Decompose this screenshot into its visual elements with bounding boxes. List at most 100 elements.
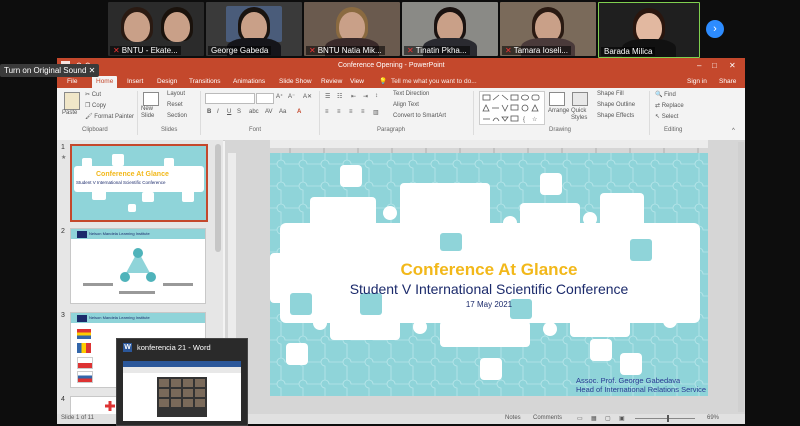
main-slide-canvas[interactable]: Conference At Glance Student V Internati… (270, 153, 708, 396)
increase-indent-icon[interactable]: ⇥ (363, 93, 368, 100)
word-preview-thumbnail[interactable] (123, 361, 241, 421)
decrease-indent-icon[interactable]: ⇤ (351, 93, 356, 100)
sign-in-link[interactable]: Sign in (687, 76, 707, 88)
align-center-icon[interactable]: ≡ (337, 109, 341, 115)
thumb-header-text: Nelson Mandela Learning Institute (89, 315, 150, 320)
ruler-ticks (289, 148, 699, 153)
paste-icon[interactable] (64, 92, 80, 110)
shapes-gallery[interactable]: {☆ (479, 91, 545, 125)
thumb-diagram (83, 248, 193, 294)
collapse-ribbon-icon[interactable]: ^ (732, 128, 735, 134)
text-direction-button[interactable]: Text Direction (393, 91, 429, 97)
convert-smartart-button[interactable]: Convert to SmartArt (393, 113, 446, 119)
grow-font-icon[interactable]: A⁺ (276, 93, 283, 100)
format-painter-button[interactable]: 🖌 Format Painter (85, 113, 134, 120)
quick-styles-icon[interactable] (572, 92, 588, 106)
columns-icon[interactable]: ▥ (373, 109, 379, 116)
reading-view-icon[interactable]: ▢ (605, 415, 611, 422)
change-case-icon[interactable]: Aa (279, 109, 286, 115)
word-taskbar-preview[interactable]: W konferencia 21 - Word (116, 338, 248, 426)
copy-button[interactable]: ❐ Copy (85, 102, 106, 109)
slide-thumbnail-1[interactable]: Conference At Glance Student V Internati… (70, 144, 208, 222)
editor-scrollbar[interactable] (738, 142, 744, 412)
cut-button[interactable]: ✂ Cut (85, 91, 101, 98)
slide-thumbnail-2[interactable]: Nelson Mandela Learning Institute (70, 228, 206, 304)
participant-tile-active-speaker[interactable]: Barada Milica (598, 2, 700, 58)
layout-button[interactable]: Layout (167, 91, 185, 97)
new-slide-icon[interactable] (143, 92, 159, 106)
align-right-icon[interactable]: ≡ (349, 109, 353, 115)
italic-button[interactable]: I (217, 109, 219, 115)
video-grid-thumbnail (159, 379, 205, 407)
tab-animations[interactable]: Animations (233, 76, 265, 88)
paragraph-group-label: Paragraph (377, 127, 406, 133)
clear-format-icon[interactable]: A✕ (303, 93, 312, 100)
thumb-subtitle: Student V International Scientific Confe… (76, 180, 166, 185)
tab-file[interactable]: File (67, 76, 77, 88)
share-button[interactable]: Share (719, 76, 736, 88)
arrange-button[interactable]: Arrange (548, 108, 569, 114)
shrink-font-icon[interactable]: A⁻ (288, 93, 295, 100)
tab-home[interactable]: Home (92, 76, 118, 88)
select-button[interactable]: ↖ Select (655, 113, 678, 120)
thumbnails-scrollbar[interactable] (215, 144, 221, 252)
shape-fill-button[interactable]: Shape Fill (597, 91, 624, 97)
thumbnail-number: 3 (61, 312, 65, 319)
new-slide-button[interactable]: New Slide (141, 106, 163, 120)
thumb-logo (77, 231, 87, 238)
paste-button[interactable]: Paste (62, 110, 77, 116)
arrange-icon[interactable] (549, 92, 565, 106)
font-name-dropdown[interactable] (205, 93, 255, 104)
participant-name-label: ✕ Tamara Ioseli... (502, 46, 571, 55)
minimize-icon[interactable]: – (697, 61, 701, 70)
zoom-level[interactable]: 69% (707, 415, 719, 421)
font-color-icon[interactable]: A (297, 109, 301, 115)
next-page-arrow-icon[interactable]: › (706, 20, 724, 38)
close-icon[interactable]: ✕ (729, 61, 736, 70)
strikethrough-button[interactable]: S (237, 109, 241, 115)
justify-icon[interactable]: ≡ (361, 109, 365, 115)
slides-group-label: Slides (161, 127, 178, 133)
close-icon[interactable]: ✕ (89, 66, 96, 75)
section-button[interactable]: Section (167, 113, 187, 119)
normal-view-icon[interactable]: ▭ (577, 415, 583, 422)
bold-button[interactable]: B (207, 109, 211, 115)
slide-sorter-icon[interactable]: ▦ (591, 415, 597, 422)
bullets-icon[interactable]: ☰ (325, 93, 330, 100)
replace-button[interactable]: ⇄ Replace (655, 102, 684, 109)
reset-button[interactable]: Reset (167, 102, 183, 108)
slideshow-icon[interactable]: ▣ (619, 415, 625, 422)
shape-effects-button[interactable]: Shape Effects (597, 113, 634, 119)
tab-review[interactable]: Review (321, 76, 342, 88)
shadow-icon[interactable]: abc (249, 109, 259, 115)
comments-button[interactable]: Comments (533, 415, 562, 421)
tell-me-search[interactable]: Tell me what you want to do... (391, 76, 477, 88)
line-spacing-icon[interactable]: ↕ (375, 93, 378, 99)
participant-tile[interactable]: ✕ BNTU Natia Mik... (304, 2, 400, 56)
tab-design[interactable]: Design (157, 76, 177, 88)
participant-tile[interactable]: ✕ BNTU - Ekate... (108, 2, 204, 56)
char-spacing-icon[interactable]: AV (265, 109, 273, 115)
participant-tile[interactable]: George Gabeda (206, 2, 302, 56)
participant-tile[interactable]: ✕ Tinatin Pkha... (402, 2, 498, 56)
tab-insert[interactable]: Insert (127, 76, 143, 88)
participant-name-label: Barada Milica (601, 47, 656, 56)
underline-button[interactable]: U (227, 109, 231, 115)
align-left-icon[interactable]: ≡ (325, 109, 329, 115)
maximize-icon[interactable]: □ (712, 61, 717, 70)
find-button[interactable]: 🔍 Find (655, 91, 676, 98)
tab-slide-show[interactable]: Slide Show (279, 76, 312, 88)
tab-transitions[interactable]: Transitions (189, 76, 221, 88)
zoom-slider-thumb[interactable] (667, 415, 669, 422)
thumb-header-text: Nelson Mandela Learning Institute (89, 231, 150, 236)
original-sound-tooltip[interactable]: Turn on Original Sound ✕ (0, 64, 100, 77)
tab-view[interactable]: View (350, 76, 364, 88)
participant-tile[interactable]: ✕ Tamara Ioseli... (500, 2, 596, 56)
numbering-icon[interactable]: ☷ (337, 93, 342, 100)
font-size-dropdown[interactable] (256, 93, 274, 104)
quick-styles-button[interactable]: Quick Styles (571, 108, 593, 122)
shape-outline-button[interactable]: Shape Outline (597, 102, 635, 108)
align-text-button[interactable]: Align Text (393, 102, 419, 108)
zoom-slider[interactable] (635, 418, 695, 419)
notes-button[interactable]: Notes (505, 415, 521, 421)
